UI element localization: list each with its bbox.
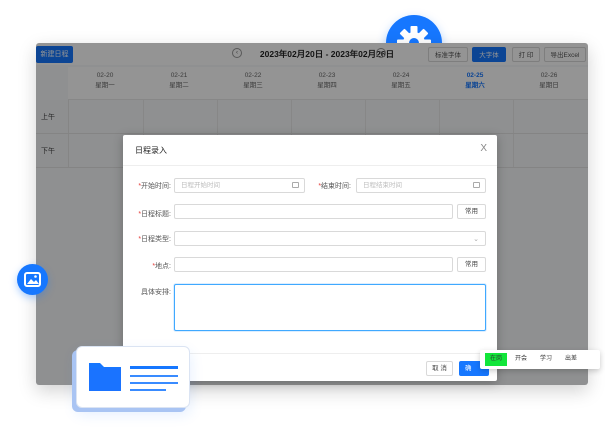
- close-icon[interactable]: X: [480, 143, 487, 154]
- common-locations-button[interactable]: 常用: [457, 257, 486, 272]
- folder-icon: [89, 363, 178, 391]
- schedule-entry-dialog: 日程录入 X *开始时间: 日程开始时间 *结束时间: 日程结束时间 *日程标题…: [123, 135, 497, 381]
- chevron-down-icon: ⌄: [473, 236, 479, 243]
- start-time-input[interactable]: 日程开始时间: [174, 178, 305, 193]
- tag-business-trip[interactable]: 出差: [560, 353, 582, 366]
- cancel-button[interactable]: 取 消: [426, 361, 453, 376]
- tag-on-duty[interactable]: 在岗: [485, 353, 507, 366]
- folder-card: [76, 346, 190, 408]
- details-textarea[interactable]: [174, 284, 486, 331]
- image-icon: [17, 264, 48, 295]
- status-tag-bar: 在岗 开会 学习 出差: [480, 350, 600, 369]
- schedule-type-label: *日程类型:: [138, 236, 171, 243]
- schedule-title-label: *日程标题:: [138, 211, 171, 218]
- end-time-input[interactable]: 日程结束时间: [356, 178, 486, 193]
- calendar-icon: [473, 182, 480, 188]
- dialog-title: 日程录入: [135, 146, 167, 155]
- location-label: *地点:: [152, 263, 171, 270]
- dialog-header: 日程录入 X: [123, 135, 497, 166]
- details-label: 具体安排:: [141, 289, 171, 296]
- end-time-label: *结束时间:: [318, 183, 351, 190]
- location-input[interactable]: [174, 257, 453, 272]
- common-titles-button[interactable]: 常用: [457, 204, 486, 219]
- calendar-icon: [292, 182, 299, 188]
- tag-study[interactable]: 学习: [535, 353, 557, 366]
- schedule-type-select[interactable]: ⌄: [174, 231, 486, 246]
- start-time-label: *开始时间:: [138, 183, 171, 190]
- tag-meeting[interactable]: 开会: [510, 353, 532, 366]
- schedule-title-input[interactable]: [174, 204, 453, 219]
